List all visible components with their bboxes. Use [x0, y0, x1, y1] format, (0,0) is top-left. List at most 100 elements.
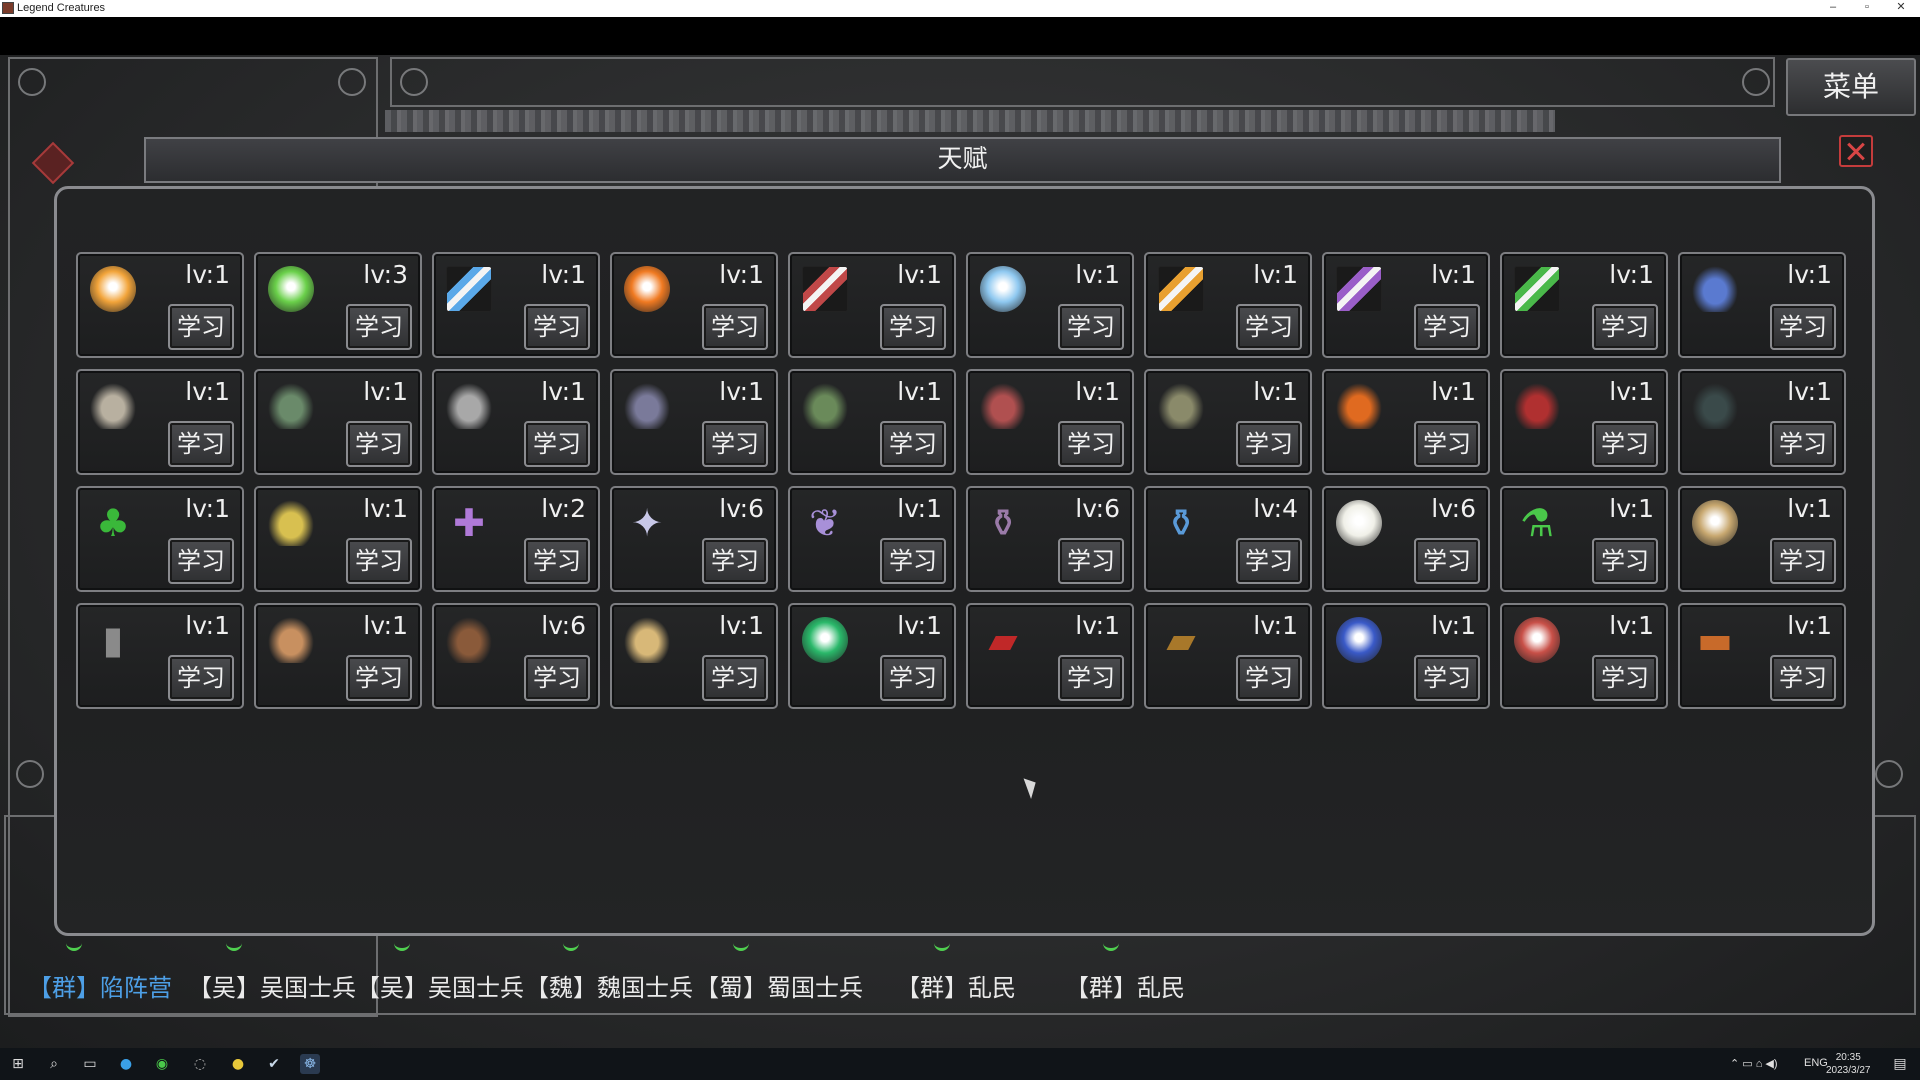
- learn-button[interactable]: 学习: [1770, 538, 1836, 584]
- unit-label[interactable]: 【吴】吴国士兵: [188, 968, 356, 1003]
- talent-level: lv:2: [541, 494, 586, 523]
- talent-level: lv:1: [363, 494, 408, 523]
- talent-level: lv:1: [719, 260, 764, 289]
- treasure-scene-icon: [268, 617, 314, 663]
- talent-card: lv:1 学习: [432, 252, 600, 358]
- talent-card: ▰ lv:1 学习: [966, 603, 1134, 709]
- window-titlebar: Legend Creatures – ▫ ✕: [0, 0, 1920, 17]
- tray-icons[interactable]: ⌃ ▭ ⌂ ◀): [1730, 1057, 1778, 1070]
- talent-level: lv:1: [1609, 494, 1654, 523]
- learn-button[interactable]: 学习: [1770, 655, 1836, 701]
- learn-button[interactable]: 学习: [346, 655, 412, 701]
- fire-orb-icon: [624, 266, 670, 312]
- learn-button[interactable]: 学习: [1236, 538, 1302, 584]
- learn-button[interactable]: 学习: [1058, 421, 1124, 467]
- learn-button[interactable]: 学习: [524, 538, 590, 584]
- edge-browser-icon[interactable]: ●: [116, 1054, 136, 1074]
- browser-icon[interactable]: ◉: [152, 1054, 172, 1074]
- learn-button[interactable]: 学习: [880, 538, 946, 584]
- learn-button[interactable]: 学习: [702, 538, 768, 584]
- fire-elemental-icon: [1336, 383, 1382, 429]
- clock[interactable]: 20:35 2023/3/27: [1826, 1051, 1871, 1077]
- talent-level: lv:1: [897, 377, 942, 406]
- scroll-map-icon: [624, 617, 670, 663]
- start-icon[interactable]: ⊞: [8, 1054, 28, 1074]
- talent-card: lv:1 学习: [1144, 252, 1312, 358]
- window-close-button[interactable]: ✕: [1886, 0, 1916, 17]
- purple-cross-icon: ✚: [453, 501, 485, 545]
- steam-icon[interactable]: ✔: [264, 1054, 284, 1074]
- learn-button[interactable]: 学习: [1236, 421, 1302, 467]
- close-button[interactable]: [1839, 135, 1873, 167]
- talent-card: ⚱ lv:6 学习: [966, 486, 1134, 592]
- learn-button[interactable]: 学习: [1058, 655, 1124, 701]
- app-icon[interactable]: ◌: [190, 1054, 210, 1074]
- unit-label[interactable]: 【群】陷阵营: [28, 968, 172, 1003]
- hooded-figure-icon: [268, 383, 314, 429]
- unit-label[interactable]: 【群】乱民: [1065, 968, 1185, 1003]
- learn-button[interactable]: 学习: [524, 304, 590, 350]
- learn-button[interactable]: 学习: [1414, 304, 1480, 350]
- purple-vase-icon: ⚱: [987, 501, 1019, 545]
- learn-button[interactable]: 学习: [1770, 421, 1836, 467]
- learn-button[interactable]: 学习: [1592, 421, 1658, 467]
- learn-button[interactable]: 学习: [1770, 304, 1836, 350]
- talent-level: lv:6: [1431, 494, 1476, 523]
- learn-button[interactable]: 学习: [346, 304, 412, 350]
- learn-button[interactable]: 学习: [880, 655, 946, 701]
- learn-button[interactable]: 学习: [524, 421, 590, 467]
- learn-button[interactable]: 学习: [1592, 538, 1658, 584]
- learn-button[interactable]: 学习: [1236, 304, 1302, 350]
- talent-card: lv:1 学习: [1322, 369, 1490, 475]
- window-title: Legend Creatures: [17, 2, 106, 14]
- green-seal-icon: [802, 617, 848, 663]
- learn-button[interactable]: 学习: [1058, 538, 1124, 584]
- chrome-icon[interactable]: ●: [228, 1054, 248, 1074]
- learn-button[interactable]: 学习: [1058, 304, 1124, 350]
- learn-button[interactable]: 学习: [168, 421, 234, 467]
- spirit-swirl-icon: ❦: [809, 501, 841, 545]
- menu-button[interactable]: 菜单: [1786, 58, 1916, 116]
- unit-label[interactable]: 【魏】魏国士兵: [525, 968, 693, 1003]
- unit-label[interactable]: 【蜀】蜀国士兵: [695, 968, 863, 1003]
- talent-card: ❦ lv:1 学习: [788, 486, 956, 592]
- learn-button[interactable]: 学习: [1236, 655, 1302, 701]
- learn-button[interactable]: 学习: [524, 655, 590, 701]
- learn-button[interactable]: 学习: [168, 304, 234, 350]
- unit-label[interactable]: 【吴】吴国士兵: [356, 968, 524, 1003]
- minimize-button[interactable]: –: [1818, 0, 1848, 17]
- language-indicator[interactable]: ENG: [1804, 1057, 1828, 1069]
- restore-button[interactable]: ▫: [1852, 0, 1882, 17]
- talent-level: lv:1: [185, 260, 230, 289]
- talent-card: lv:3 学习: [254, 252, 422, 358]
- learn-button[interactable]: 学习: [702, 655, 768, 701]
- learn-button[interactable]: 学习: [346, 538, 412, 584]
- learn-button[interactable]: 学习: [346, 421, 412, 467]
- learn-button[interactable]: 学习: [168, 655, 234, 701]
- talent-card: lv:1 学习: [1678, 486, 1846, 592]
- learn-button[interactable]: 学习: [702, 421, 768, 467]
- talent-level: lv:1: [1253, 260, 1298, 289]
- search-icon[interactable]: ⌕: [44, 1054, 64, 1074]
- learn-button[interactable]: 学习: [1414, 538, 1480, 584]
- learn-button[interactable]: 学习: [702, 304, 768, 350]
- talent-card: lv:6 学习: [1322, 486, 1490, 592]
- learn-button[interactable]: 学习: [1414, 421, 1480, 467]
- talent-card: ▬ lv:1 学习: [1678, 603, 1846, 709]
- clock-time: 20:35: [1835, 1052, 1861, 1063]
- notification-icon[interactable]: ▤: [1890, 1054, 1910, 1074]
- learn-button[interactable]: 学习: [1592, 304, 1658, 350]
- learn-button[interactable]: 学习: [1414, 655, 1480, 701]
- task-view-icon[interactable]: ▭: [80, 1054, 100, 1074]
- learn-button[interactable]: 学习: [880, 421, 946, 467]
- learn-button[interactable]: 学习: [880, 304, 946, 350]
- unit-label[interactable]: 【群】乱民: [896, 968, 1016, 1003]
- talent-level: lv:1: [719, 377, 764, 406]
- learn-button[interactable]: 学习: [168, 538, 234, 584]
- game-taskbar-icon[interactable]: ☸: [300, 1054, 320, 1074]
- learn-button[interactable]: 学习: [1592, 655, 1658, 701]
- talent-card: lv:1 学习: [610, 603, 778, 709]
- talent-card: lv:1 学习: [1678, 252, 1846, 358]
- talent-card: lv:1 学习: [76, 252, 244, 358]
- dialog-title: 天赋: [937, 144, 988, 173]
